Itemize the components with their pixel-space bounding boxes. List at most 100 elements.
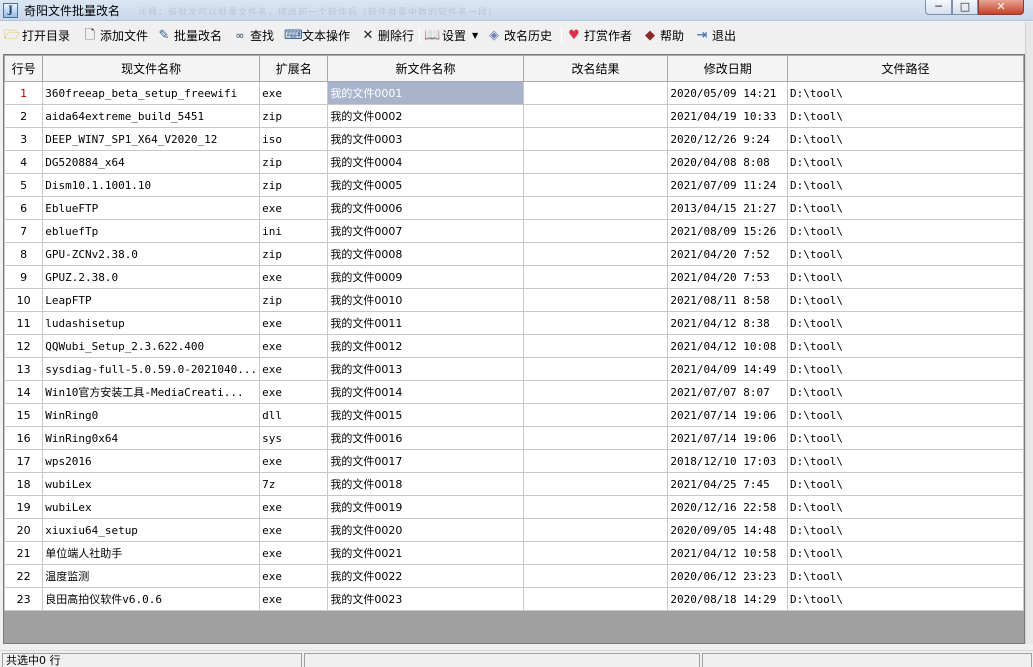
current-name-cell[interactable]: LeapFTP bbox=[42, 288, 261, 312]
table-row[interactable]: 8 GPU-ZCNv2.38.0 zip 我的文件0008 2021/04/20 7:5… bbox=[4, 242, 1024, 266]
modified-date-cell[interactable]: 2021/04/25 7:45 bbox=[667, 472, 789, 496]
extension-cell[interactable]: zip bbox=[259, 104, 329, 128]
rename-result-cell[interactable] bbox=[522, 265, 669, 289]
rename-result-cell[interactable] bbox=[522, 334, 669, 358]
new-name-cell[interactable]: 我的文件0011 bbox=[327, 311, 524, 335]
col-header-modified-date[interactable]: 修改日期 bbox=[667, 55, 789, 82]
rename-result-cell[interactable] bbox=[522, 242, 669, 266]
table-row[interactable]: 13 sysdiag-full-5.0.59.0-2021040... exe 我的文… bbox=[4, 357, 1024, 381]
current-name-cell[interactable]: wubiLex bbox=[42, 472, 261, 496]
table-row[interactable]: 23 良田高拍仪软件v6.0.6 exe 我的文件0023 2020/08/18 14:… bbox=[4, 587, 1024, 611]
modified-date-cell[interactable]: 2020/09/05 14:48 bbox=[667, 518, 789, 542]
new-name-cell[interactable]: 我的文件0022 bbox=[327, 564, 524, 588]
file-path-cell[interactable]: D:\tool\ bbox=[787, 242, 1024, 266]
current-name-cell[interactable]: 良田高拍仪软件v6.0.6 bbox=[42, 587, 261, 611]
row-number-cell[interactable]: 15 bbox=[4, 403, 44, 427]
rename-history-button[interactable]: ◈ 改名历史 bbox=[486, 25, 552, 46]
modified-date-cell[interactable]: 2021/07/07 8:07 bbox=[667, 380, 789, 404]
extension-cell[interactable]: exe bbox=[259, 265, 329, 289]
extension-cell[interactable]: zip bbox=[259, 150, 329, 174]
help-button[interactable]: ◆ 帮助 bbox=[642, 25, 684, 46]
batch-rename-button[interactable]: ✎ 批量改名 bbox=[156, 25, 222, 46]
add-file-button[interactable]: 🗋 添加文件 bbox=[82, 25, 148, 46]
file-path-cell[interactable]: D:\tool\ bbox=[787, 403, 1024, 427]
row-number-cell[interactable]: 19 bbox=[4, 495, 44, 519]
row-number-cell[interactable]: 13 bbox=[4, 357, 44, 381]
col-header-rename-result[interactable]: 改名结果 bbox=[522, 55, 669, 82]
file-path-cell[interactable]: D:\tool\ bbox=[787, 219, 1024, 243]
vertical-scrollbar[interactable] bbox=[1025, 22, 1033, 644]
new-name-cell[interactable]: 我的文件0023 bbox=[327, 587, 524, 611]
new-name-cell[interactable]: 我的文件0021 bbox=[327, 541, 524, 565]
rename-result-cell[interactable] bbox=[522, 104, 669, 128]
modified-date-cell[interactable]: 2021/04/20 7:53 bbox=[667, 265, 789, 289]
new-name-cell[interactable]: 我的文件0002 bbox=[327, 104, 524, 128]
current-name-cell[interactable]: GPU-ZCNv2.38.0 bbox=[42, 242, 261, 266]
row-number-cell[interactable]: 12 bbox=[4, 334, 44, 358]
col-header-row-number[interactable]: 行号 bbox=[4, 55, 44, 82]
file-path-cell[interactable]: D:\tool\ bbox=[787, 426, 1024, 450]
table-row[interactable]: 19 wubiLex exe 我的文件0019 2020/12/16 22:58 D:\t… bbox=[4, 495, 1024, 519]
modified-date-cell[interactable]: 2021/04/12 10:58 bbox=[667, 541, 789, 565]
rename-result-cell[interactable] bbox=[522, 196, 669, 220]
current-name-cell[interactable]: Dism10.1.1001.10 bbox=[42, 173, 261, 197]
current-name-cell[interactable]: sysdiag-full-5.0.59.0-2021040... bbox=[42, 357, 261, 381]
row-number-cell[interactable]: 17 bbox=[4, 449, 44, 473]
new-name-cell[interactable]: 我的文件0003 bbox=[327, 127, 524, 151]
table-row[interactable]: 5 Dism10.1.1001.10 zip 我的文件0005 2021/07/09 1… bbox=[4, 173, 1024, 197]
modified-date-cell[interactable]: 2021/04/12 8:38 bbox=[667, 311, 789, 335]
rename-result-cell[interactable] bbox=[522, 311, 669, 335]
open-dir-button[interactable]: 🗁 打开目录 bbox=[4, 25, 70, 46]
row-number-cell[interactable]: 22 bbox=[4, 564, 44, 588]
row-number-cell[interactable]: 23 bbox=[4, 587, 44, 611]
current-name-cell[interactable]: wubiLex bbox=[42, 495, 261, 519]
table-row[interactable]: 7 ebluefTp ini 我的文件0007 2021/08/09 15:26 D:\t… bbox=[4, 219, 1024, 243]
row-number-cell[interactable]: 14 bbox=[4, 380, 44, 404]
extension-cell[interactable]: exe bbox=[259, 380, 329, 404]
extension-cell[interactable]: zip bbox=[259, 242, 329, 266]
current-name-cell[interactable]: ebluefTp bbox=[42, 219, 261, 243]
new-name-cell[interactable]: 我的文件0006 bbox=[327, 196, 524, 220]
current-name-cell[interactable]: QQWubi_Setup_2.3.622.400 bbox=[42, 334, 261, 358]
exit-button[interactable]: ⇥ 退出 bbox=[694, 25, 736, 46]
file-path-cell[interactable]: D:\tool\ bbox=[787, 173, 1024, 197]
file-path-cell[interactable]: D:\tool\ bbox=[787, 127, 1024, 151]
rename-result-cell[interactable] bbox=[522, 380, 669, 404]
table-row[interactable]: 10 LeapFTP zip 我的文件0010 2021/08/11 8:58 D:\to… bbox=[4, 288, 1024, 312]
table-row[interactable]: 16 WinRing0x64 sys 我的文件0016 2021/07/14 19:06… bbox=[4, 426, 1024, 450]
new-name-cell[interactable]: 我的文件0018 bbox=[327, 472, 524, 496]
current-name-cell[interactable]: WinRing0x64 bbox=[42, 426, 261, 450]
current-name-cell[interactable]: 温度监测 bbox=[42, 564, 261, 588]
row-number-cell[interactable]: 9 bbox=[4, 265, 44, 289]
row-number-cell[interactable]: 20 bbox=[4, 518, 44, 542]
extension-cell[interactable]: 7z bbox=[259, 472, 329, 496]
rename-result-cell[interactable] bbox=[522, 426, 669, 450]
row-number-cell[interactable]: 5 bbox=[4, 173, 44, 197]
table-row[interactable]: 4 DG520884_x64 zip 我的文件0004 2020/04/08 8:08 D… bbox=[4, 150, 1024, 174]
extension-cell[interactable]: exe bbox=[259, 334, 329, 358]
table-row[interactable]: 17 wps2016 exe 我的文件0017 2018/12/10 17:03 D:\t… bbox=[4, 449, 1024, 473]
rename-result-cell[interactable] bbox=[522, 219, 669, 243]
rename-result-cell[interactable] bbox=[522, 541, 669, 565]
table-row[interactable]: 20 xiuxiu64_setup exe 我的文件0020 2020/09/05 14… bbox=[4, 518, 1024, 542]
row-number-cell[interactable]: 10 bbox=[4, 288, 44, 312]
new-name-cell[interactable]: 我的文件0017 bbox=[327, 449, 524, 473]
rename-result-cell[interactable] bbox=[522, 495, 669, 519]
rename-result-cell[interactable] bbox=[522, 357, 669, 381]
file-path-cell[interactable]: D:\tool\ bbox=[787, 104, 1024, 128]
new-name-cell[interactable]: 我的文件0007 bbox=[327, 219, 524, 243]
file-path-cell[interactable]: D:\tool\ bbox=[787, 265, 1024, 289]
new-name-cell[interactable]: 我的文件0012 bbox=[327, 334, 524, 358]
rename-result-cell[interactable] bbox=[522, 518, 669, 542]
find-button[interactable]: ∞ 查找 bbox=[232, 25, 274, 46]
file-path-cell[interactable]: D:\tool\ bbox=[787, 518, 1024, 542]
modified-date-cell[interactable]: 2021/08/11 8:58 bbox=[667, 288, 789, 312]
current-name-cell[interactable]: ludashisetup bbox=[42, 311, 261, 335]
table-row[interactable]: 6 EblueFTP exe 我的文件0006 2013/04/15 21:27 D:\t… bbox=[4, 196, 1024, 220]
table-row[interactable]: 15 WinRing0 dll 我的文件0015 2021/07/14 19:06 D:\… bbox=[4, 403, 1024, 427]
new-name-cell[interactable]: 我的文件0019 bbox=[327, 495, 524, 519]
table-row[interactable]: 11 ludashisetup exe 我的文件0011 2021/04/12 8:38… bbox=[4, 311, 1024, 335]
new-name-cell[interactable]: 我的文件0010 bbox=[327, 288, 524, 312]
extension-cell[interactable]: exe bbox=[259, 495, 329, 519]
row-number-cell[interactable]: 4 bbox=[4, 150, 44, 174]
